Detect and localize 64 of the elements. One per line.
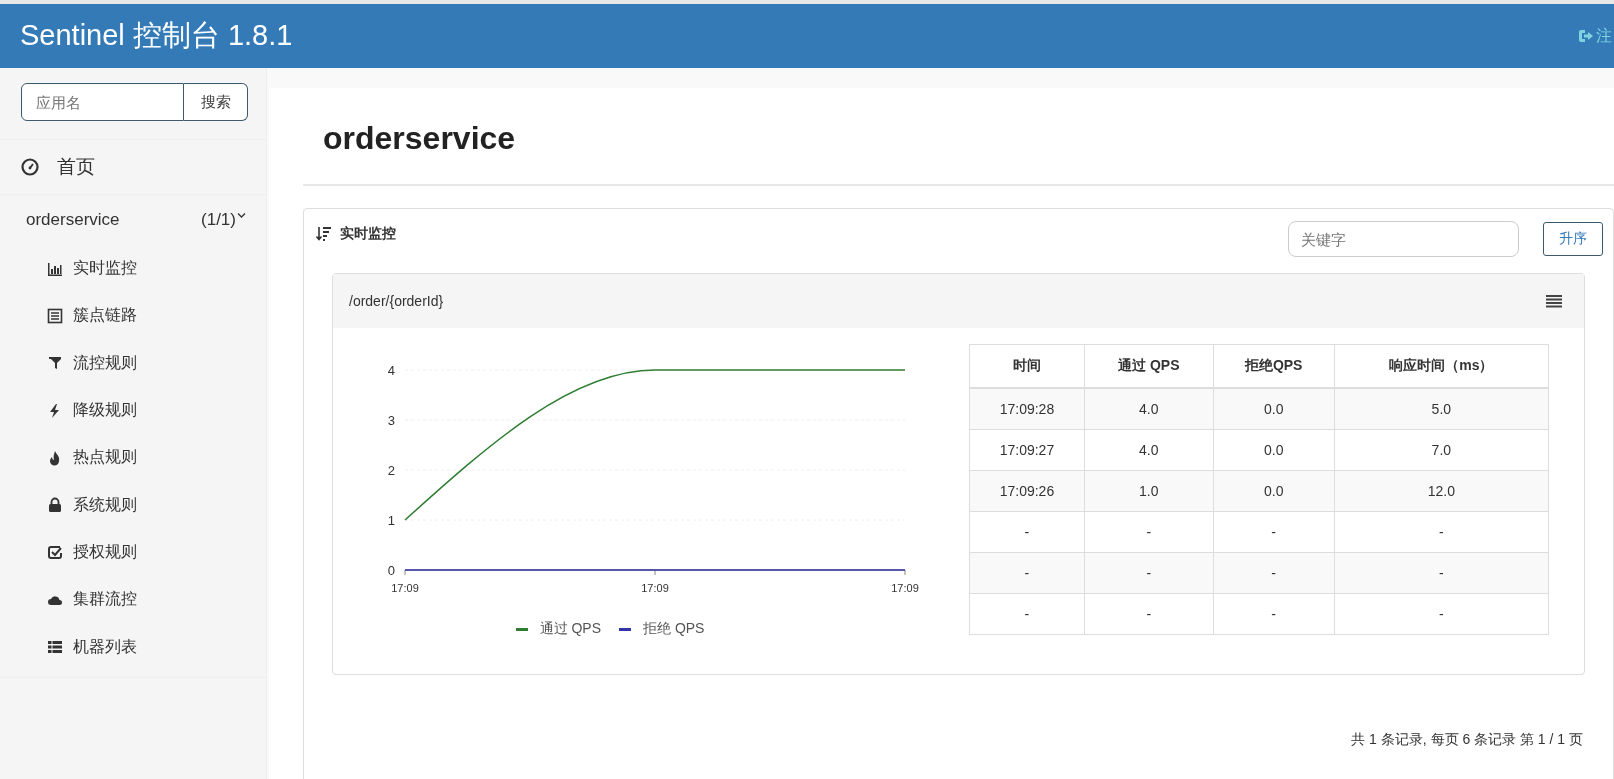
table-cell: - bbox=[969, 511, 1085, 553]
table-cell: 17:09:26 bbox=[969, 470, 1085, 512]
logout-icon bbox=[1578, 29, 1593, 43]
table-cell: 7.0 bbox=[1334, 429, 1549, 471]
sort-icon bbox=[316, 226, 332, 242]
keyword-field[interactable]: 关键字 bbox=[1288, 221, 1519, 257]
menu-item[interactable]: 系统规则 bbox=[0, 481, 266, 529]
table-cell: 4.0 bbox=[1084, 429, 1214, 471]
menu-icon[interactable] bbox=[1546, 294, 1562, 308]
y-tick-label: 0 bbox=[387, 563, 395, 578]
x-tick-label: 17:09 bbox=[891, 582, 919, 594]
menu-item[interactable]: 实时监控 bbox=[0, 245, 266, 293]
table-cell: 0.0 bbox=[1213, 388, 1335, 430]
checkbox-icon bbox=[47, 544, 63, 561]
table-cell: - bbox=[1084, 511, 1214, 553]
menu-item[interactable]: 簇点链路 bbox=[0, 292, 266, 340]
legend-item[interactable]: 拒绝 QPS bbox=[619, 620, 705, 638]
home-menu-item[interactable]: 首页 bbox=[0, 139, 266, 195]
list-icon bbox=[47, 307, 63, 324]
menu-item[interactable]: 热点规则 bbox=[0, 434, 266, 482]
panel-title: 实时监控 bbox=[340, 225, 396, 243]
table-cell: 5.0 bbox=[1334, 388, 1549, 430]
menu-item[interactable]: 集群流控 bbox=[0, 576, 266, 624]
table-cell: - bbox=[1213, 552, 1335, 594]
resource-name: /order/{orderId} bbox=[349, 293, 444, 309]
x-tick-label: 17:09 bbox=[641, 582, 669, 594]
search-button[interactable]: 搜索 bbox=[184, 83, 248, 121]
menu-item[interactable]: 授权规则 bbox=[0, 528, 266, 577]
y-tick-label: 2 bbox=[387, 463, 395, 478]
table-cell: 12.0 bbox=[1334, 470, 1549, 512]
menu-item[interactable]: 降级规则 bbox=[0, 386, 266, 435]
bar-chart-icon bbox=[47, 260, 63, 277]
x-tick-label: 17:09 bbox=[391, 582, 419, 594]
table-icon bbox=[47, 639, 63, 655]
table-cell: - bbox=[969, 552, 1085, 594]
y-tick-label: 3 bbox=[387, 413, 395, 428]
filter-icon bbox=[47, 355, 63, 372]
app-menu-item[interactable]: orderservice (1/1) bbox=[0, 195, 266, 245]
pagination-info: 共 1 条记录, 每页 6 条记录 第 1 / 1 页 bbox=[1351, 731, 1583, 749]
table-cell: 17:09:28 bbox=[969, 388, 1085, 430]
table-cell: - bbox=[1334, 593, 1549, 635]
sort-button[interactable]: 升序 bbox=[1543, 222, 1603, 256]
table-cell: - bbox=[1213, 593, 1335, 635]
table-cell: 0.0 bbox=[1213, 429, 1335, 471]
y-tick-label: 4 bbox=[387, 363, 395, 378]
table-cell: - bbox=[1213, 511, 1335, 553]
table-cell: - bbox=[1084, 552, 1214, 594]
table-cell: 0.0 bbox=[1213, 470, 1335, 512]
page-title: orderservice bbox=[323, 120, 517, 158]
app-title: Sentinel 控制台 1.8.1 bbox=[20, 18, 293, 53]
table-cell: - bbox=[1084, 593, 1214, 635]
table-cell: 4.0 bbox=[1084, 388, 1214, 430]
table-cell: - bbox=[1334, 511, 1549, 553]
table-cell: 1.0 bbox=[1084, 470, 1214, 512]
lock-icon bbox=[47, 497, 63, 514]
table-cell: - bbox=[1334, 552, 1549, 594]
dashboard-icon bbox=[21, 158, 39, 176]
app-search-field[interactable]: 应用名 bbox=[21, 83, 184, 121]
menu-item[interactable]: 流控规则 bbox=[0, 339, 266, 387]
table-cell: - bbox=[969, 593, 1085, 635]
legend-item[interactable]: 通过 QPS bbox=[515, 620, 601, 638]
menu-item[interactable]: 机器列表 bbox=[0, 623, 266, 671]
table-cell: 17:09:27 bbox=[969, 429, 1085, 471]
y-tick-label: 1 bbox=[387, 513, 395, 528]
